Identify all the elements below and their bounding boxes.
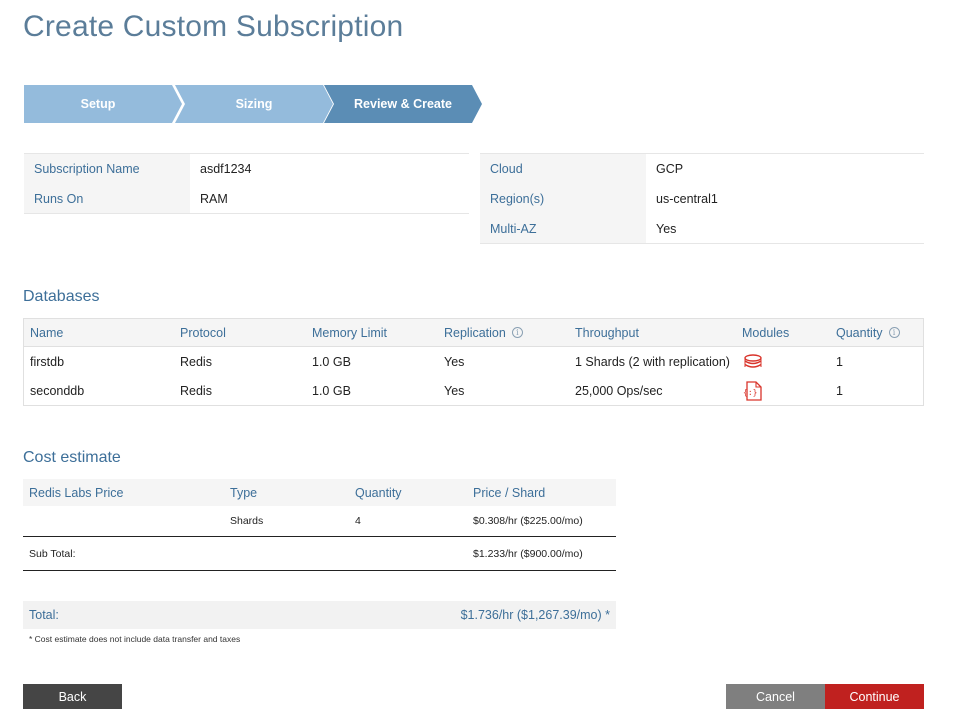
cost-quantity: 4: [355, 515, 361, 527]
summary-row-regions: Region(s) us-central1: [480, 184, 924, 214]
cancel-button[interactable]: Cancel: [726, 684, 825, 709]
replication-info-icon[interactable]: i: [511, 327, 523, 338]
summary-right: Cloud GCP Region(s) us-central1 Multi-AZ…: [480, 153, 924, 244]
col-replication-label: Replication: [444, 325, 506, 340]
summary-left: Subscription Name asdf1234 Runs On RAM: [24, 153, 469, 214]
db-memory: 1.0 GB: [312, 383, 351, 398]
db-name: firstdb: [30, 354, 65, 369]
subtotal-label: Sub Total:: [29, 547, 76, 560]
databases-title: Databases: [23, 288, 100, 305]
cost-per-shard: $0.308/hr ($225.00/mo): [473, 515, 583, 527]
json-document-icon: {:}: [743, 380, 762, 401]
step-setup-label: Setup: [80, 97, 116, 111]
summary-label: Region(s): [480, 184, 646, 214]
step-setup[interactable]: Setup: [24, 85, 182, 123]
col-quantity: Quantity: [355, 485, 402, 500]
cost-type: Shards: [230, 515, 264, 527]
db-modules: {:}: [736, 380, 830, 402]
svg-text:{:}: {:}: [743, 388, 757, 397]
summary-label: Cloud: [480, 154, 646, 184]
db-memory: 1.0 GB: [312, 354, 351, 369]
db-protocol: Redis: [180, 354, 212, 369]
summary-value: asdf1234: [200, 162, 252, 176]
databases-table: Name Protocol Memory Limit Replication i…: [23, 318, 924, 406]
redis-stack-icon: [744, 353, 762, 368]
cost-table: Redis Labs Price Type Quantity Price / S…: [23, 479, 616, 571]
col-price-per-shard: Price / Shard: [473, 485, 546, 500]
subtotal-row: Sub Total: $1.233/hr ($900.00/mo): [23, 536, 616, 571]
summary-value: Yes: [656, 221, 677, 236]
step-review-label: Review & Create: [354, 97, 452, 111]
col-quantity: Quantity i: [830, 326, 923, 340]
db-protocol: Redis: [180, 383, 212, 398]
total-value: $1.736/hr ($1,267.39/mo) *: [460, 608, 610, 622]
col-name: Name: [30, 325, 64, 340]
summary-label: Multi-AZ: [480, 214, 646, 243]
summary-row-runs-on: Runs On RAM: [24, 184, 469, 214]
db-name: seconddb: [30, 383, 85, 398]
table-row: firstdb Redis 1.0 GB Yes 1 Shards (2 wit…: [24, 347, 923, 376]
db-modules: [736, 352, 830, 372]
summary-row-subscription-name: Subscription Name asdf1234: [24, 154, 469, 184]
summary-label: Runs On: [24, 184, 190, 213]
col-throughput: Throughput: [575, 325, 639, 340]
db-quantity: 1: [836, 383, 843, 398]
back-button[interactable]: Back: [23, 684, 122, 709]
summary-value: us-central1: [656, 192, 718, 206]
db-replication: Yes: [444, 354, 465, 369]
cost-estimate-title: Cost estimate: [23, 449, 121, 466]
col-redis-labs-price: Redis Labs Price: [29, 485, 124, 500]
col-memory-limit: Memory Limit: [312, 325, 388, 340]
db-replication: Yes: [444, 383, 465, 398]
total-row: Total: $1.736/hr ($1,267.39/mo) *: [23, 601, 616, 629]
db-throughput: 25,000 Ops/sec: [575, 383, 663, 398]
wizard-stepper: Setup Sizing Review & Create: [24, 85, 484, 123]
summary-label: Subscription Name: [24, 154, 190, 184]
table-row: seconddb Redis 1.0 GB Yes 25,000 Ops/sec…: [24, 376, 923, 405]
summary-row-multi-az: Multi-AZ Yes: [480, 214, 924, 244]
total-label: Total:: [29, 608, 59, 622]
cost-table-header: Redis Labs Price Type Quantity Price / S…: [23, 479, 616, 506]
step-sizing[interactable]: Sizing: [175, 85, 333, 123]
col-replication: Replication i: [438, 326, 569, 340]
summary-value: GCP: [656, 162, 684, 176]
continue-button[interactable]: Continue: [825, 684, 924, 709]
col-modules: Modules: [742, 325, 790, 340]
summary-row-cloud: Cloud GCP: [480, 154, 924, 184]
databases-table-header: Name Protocol Memory Limit Replication i…: [24, 319, 923, 347]
summary-value: RAM: [200, 191, 228, 206]
step-review-create[interactable]: Review & Create: [324, 85, 482, 123]
db-throughput: 1 Shards (2 with replication): [575, 354, 730, 369]
step-sizing-label: Sizing: [235, 97, 273, 111]
col-protocol: Protocol: [180, 325, 226, 340]
col-quantity-label: Quantity: [836, 325, 883, 340]
quantity-info-icon[interactable]: i: [888, 327, 900, 338]
subtotal-value: $1.233/hr ($900.00/mo): [473, 547, 583, 560]
page-title: Create Custom Subscription: [23, 10, 404, 43]
cost-note: * Cost estimate does not include data tr…: [29, 634, 241, 644]
table-row: Shards 4 $0.308/hr ($225.00/mo): [23, 506, 616, 536]
db-quantity: 1: [836, 354, 843, 369]
col-type: Type: [230, 485, 258, 500]
